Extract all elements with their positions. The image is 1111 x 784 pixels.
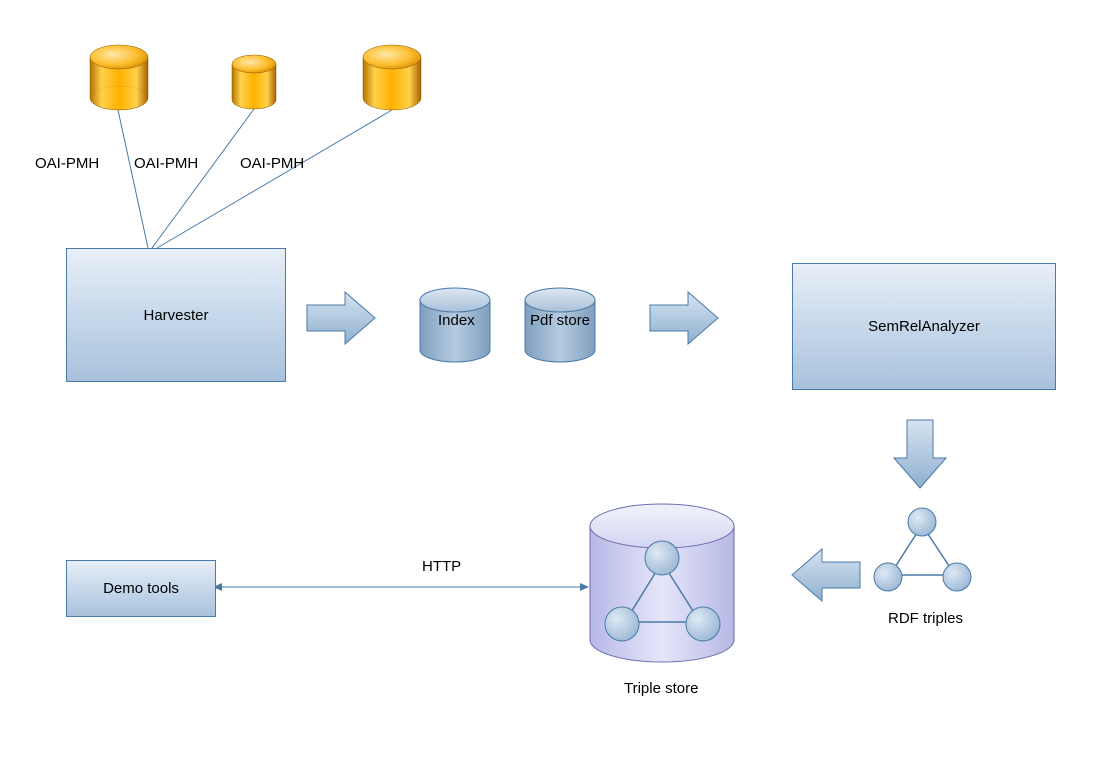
arrow-analyzer-to-rdf [894,420,946,488]
demotools-label: Demo tools [103,580,179,597]
triplestore-label: Triple store [624,680,698,697]
rdf-graph-icon [874,508,971,591]
harvester-label: Harvester [143,307,208,324]
db-icon-1 [90,45,148,110]
harvester-box: Harvester [66,248,286,382]
pdfstore-label: Pdf store [530,312,590,329]
index-label: Index [438,312,475,329]
arrow-stores-to-analyzer [650,292,718,344]
oai-pmh-label-3: OAI-PMH [240,155,304,172]
db-icon-2 [232,55,276,109]
http-label: HTTP [422,558,461,575]
arrow-harvester-to-index [307,292,375,344]
rdf-label: RDF triples [888,610,963,627]
diagram-svg [0,0,1111,784]
oai-pmh-label-2: OAI-PMH [134,155,198,172]
arrow-rdf-to-triplestore [792,549,860,601]
demotools-box: Demo tools [66,560,216,617]
triplestore-cylinder-icon [590,504,734,662]
oai-pmh-label-1: OAI-PMH [35,155,99,172]
db-icon-3 [363,45,421,110]
diagram-canvas: OAI-PMH OAI-PMH OAI-PMH Harvester Index … [0,0,1111,784]
analyzer-label: SemRelAnalyzer [868,318,980,335]
analyzer-box: SemRelAnalyzer [792,263,1056,390]
